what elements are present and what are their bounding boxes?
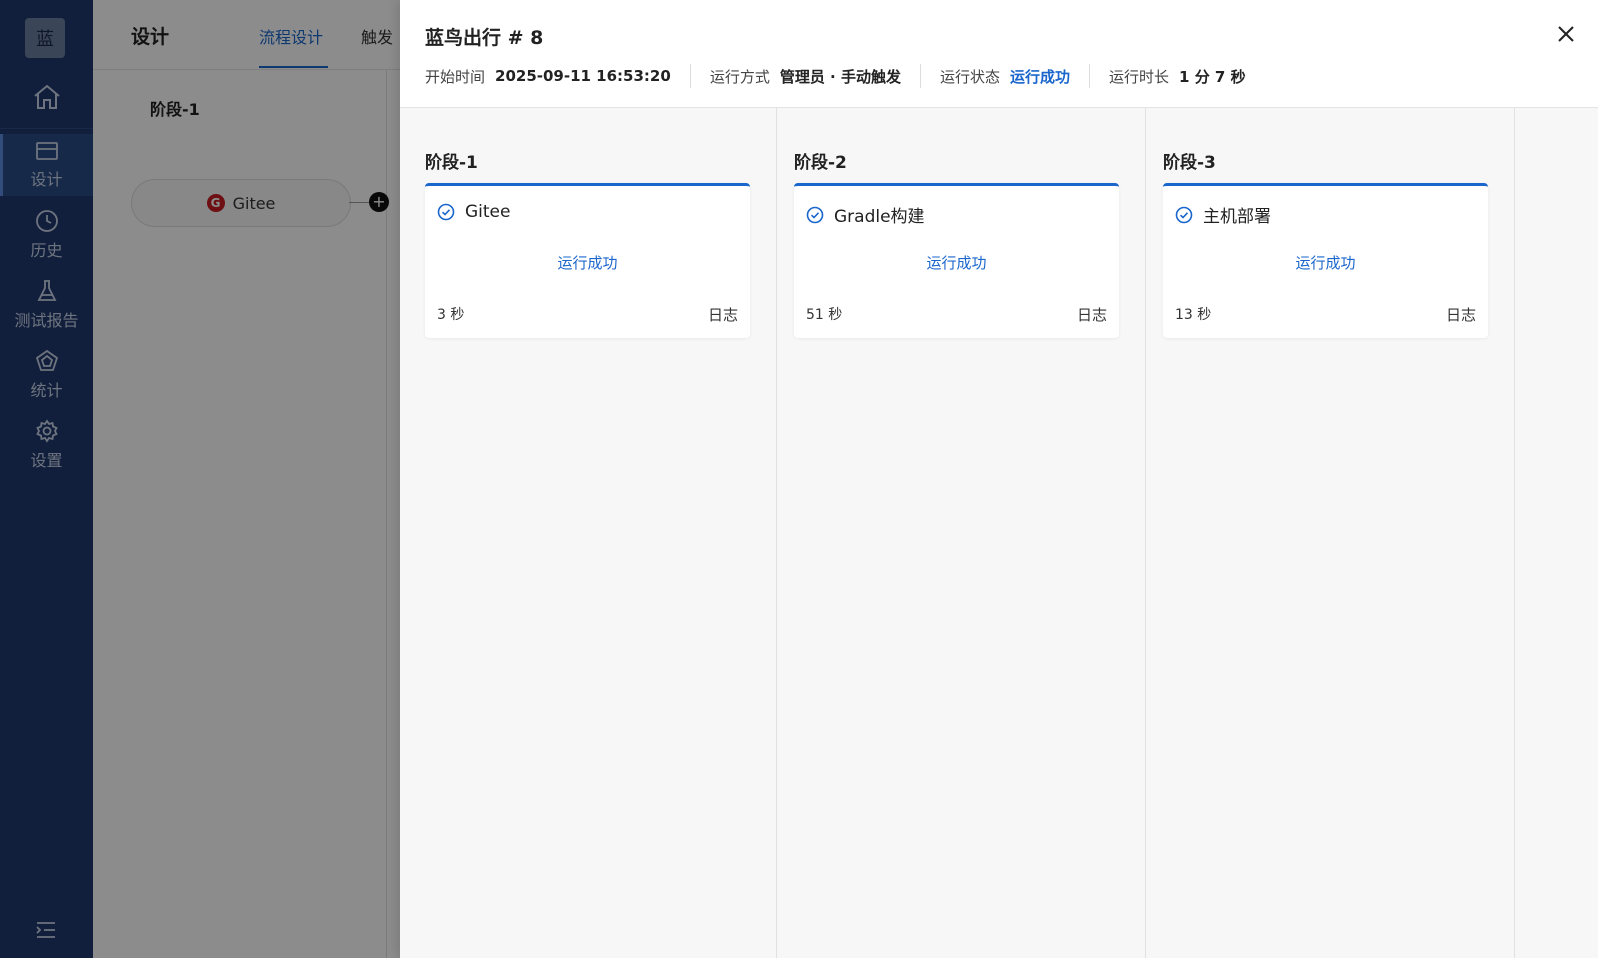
job-name: Gitee: [465, 202, 511, 222]
close-button[interactable]: [1554, 22, 1578, 46]
stage-column-1: 阶段-1 Gitee 运行成功 3 秒 日志: [400, 108, 777, 958]
job-status: 运行成功: [1295, 254, 1356, 272]
meta-divider: [919, 64, 921, 88]
job-name: Gradle构建: [834, 207, 925, 227]
run-mode-label: 运行方式: [709, 67, 770, 86]
modal-overlay[interactable]: [0, 0, 400, 958]
job-duration: 13 秒: [1175, 307, 1212, 323]
run-detail-drawer: 蓝鸟出行 # 8 开始时间 2025-09-11 16:53:20 运行方式 管…: [400, 0, 1598, 958]
run-duration-value: 1 分 7 秒: [1179, 67, 1246, 86]
stage-column-2: 阶段-2 Gradle构建 运行成功 51 秒 日志: [769, 108, 1146, 958]
meta-divider: [1089, 64, 1091, 88]
stage-title: 阶段-2: [794, 153, 847, 173]
run-status-label: 运行状态: [939, 67, 1000, 86]
drawer-title: 蓝鸟出行 # 8: [425, 27, 544, 49]
job-card-host-deploy[interactable]: 主机部署 运行成功 13 秒 日志: [1163, 183, 1488, 338]
stage-title: 阶段-1: [425, 153, 478, 173]
job-card-gradle-build[interactable]: Gradle构建 运行成功 51 秒 日志: [794, 183, 1119, 338]
job-log-link[interactable]: 日志: [1446, 304, 1476, 325]
job-name: 主机部署: [1203, 207, 1271, 227]
run-meta: 开始时间 2025-09-11 16:53:20 运行方式 管理员 · 手动触发…: [425, 64, 1246, 88]
job-status: 运行成功: [557, 254, 618, 272]
close-icon: [1558, 26, 1574, 42]
job-status: 运行成功: [926, 254, 987, 272]
job-card-gitee[interactable]: Gitee 运行成功 3 秒 日志: [425, 183, 750, 338]
job-log-link[interactable]: 日志: [708, 304, 738, 325]
job-duration: 51 秒: [806, 307, 843, 323]
run-status-value: 运行成功: [1010, 67, 1071, 86]
job-header: Gitee: [437, 202, 510, 222]
check-circle-icon: [437, 203, 455, 221]
job-header: Gradle构建: [806, 202, 925, 227]
job-duration: 3 秒: [437, 307, 465, 323]
check-circle-icon: [806, 206, 824, 223]
start-time-label: 开始时间: [425, 67, 486, 86]
start-time-value: 2025-09-11 16:53:20: [495, 67, 671, 85]
stage-title: 阶段-3: [1163, 153, 1216, 173]
job-header: 主机部署: [1175, 202, 1271, 227]
run-mode-value: 管理员 · 手动触发: [779, 67, 901, 86]
job-log-link[interactable]: 日志: [1077, 304, 1107, 325]
run-duration-label: 运行时长: [1109, 67, 1170, 86]
stage-column-3: 阶段-3 主机部署 运行成功 13 秒 日志: [1138, 108, 1515, 958]
drawer-header: 蓝鸟出行 # 8 开始时间 2025-09-11 16:53:20 运行方式 管…: [400, 0, 1598, 108]
check-circle-icon: [1175, 206, 1193, 223]
meta-divider: [689, 64, 691, 88]
